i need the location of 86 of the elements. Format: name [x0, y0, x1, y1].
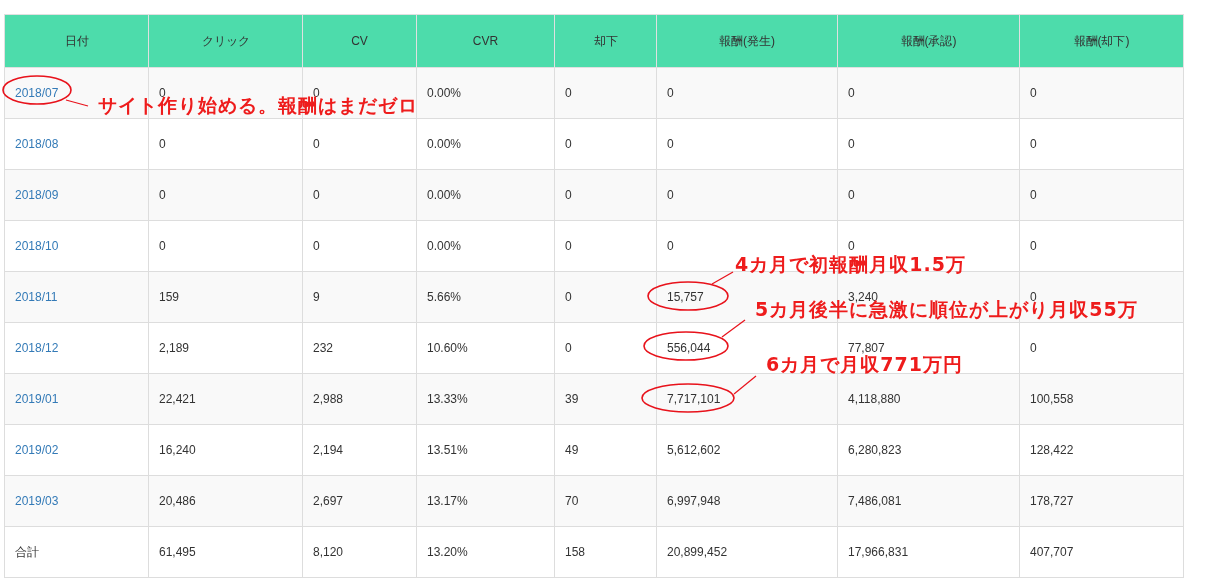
leader-line [733, 375, 757, 395]
table-cell: 232 [302, 322, 417, 374]
table-cell: 159 [148, 271, 303, 323]
table-cell: 22,421 [148, 373, 303, 425]
table-cell: 128,422 [1019, 424, 1184, 476]
table-cell: 5,612,602 [656, 424, 838, 476]
column-header[interactable]: 報酬(承認) [837, 14, 1020, 68]
table-cell: 2,697 [302, 475, 417, 527]
table-cell: 13.17% [416, 475, 555, 527]
date-link[interactable]: 2018/09 [15, 188, 59, 202]
table-cell: 5.66% [416, 271, 555, 323]
table-cell: 6,997,948 [656, 475, 838, 527]
table-cell: 0.00% [416, 118, 555, 170]
table-cell: 9 [302, 271, 417, 323]
leader-line [711, 271, 734, 285]
table-cell: 20,899,452 [656, 526, 838, 578]
table-cell: 0 [554, 271, 657, 323]
table-cell: 178,727 [1019, 475, 1184, 527]
date-link[interactable]: 2018/11 [15, 290, 58, 304]
table-cell: 0 [302, 220, 417, 272]
table-cell: 0 [1019, 67, 1184, 119]
date-link[interactable]: 2018/07 [15, 86, 59, 100]
table-cell: 0 [148, 220, 303, 272]
date-link[interactable]: 2018/10 [15, 239, 59, 253]
table-cell: 13.51% [416, 424, 555, 476]
table-cell: 4,118,880 [837, 373, 1020, 425]
highlight-ellipse [2, 75, 72, 105]
table-cell: 2,194 [302, 424, 417, 476]
table-cell: 0 [302, 169, 417, 221]
date-link[interactable]: 2018/12 [15, 341, 59, 355]
date-link[interactable]: 2019/01 [15, 392, 59, 406]
column-header[interactable]: 報酬(却下) [1019, 14, 1184, 68]
column-header[interactable]: 却下 [554, 14, 657, 68]
table-cell: 0 [554, 220, 657, 272]
date-link[interactable]: 2018/08 [15, 137, 59, 151]
table-cell: 100,558 [1019, 373, 1184, 425]
column-header[interactable]: CVR [416, 14, 555, 68]
table-cell: 0 [656, 118, 838, 170]
table-cell: 20,486 [148, 475, 303, 527]
table-cell: 0.00% [416, 67, 555, 119]
table-cell: 8,120 [302, 526, 417, 578]
table-cell: 6,280,823 [837, 424, 1020, 476]
table-cell: 0 [837, 67, 1020, 119]
column-header[interactable]: 日付 [4, 14, 149, 68]
leader-line [721, 319, 746, 338]
table-cell: 0 [1019, 220, 1184, 272]
table-cell: 0 [1019, 169, 1184, 221]
table-cell: 13.33% [416, 373, 555, 425]
table-cell: 39 [554, 373, 657, 425]
table-cell: 49 [554, 424, 657, 476]
column-header[interactable]: クリック [148, 14, 303, 68]
table-cell: 70 [554, 475, 657, 527]
annotation-text: 4カ月で初報酬月収1.5万 [735, 253, 966, 275]
column-header[interactable]: 報酬(発生) [656, 14, 838, 68]
table-cell: 0 [656, 169, 838, 221]
column-header[interactable]: CV [302, 14, 417, 68]
table-cell: 61,495 [148, 526, 303, 578]
table-cell: 16,240 [148, 424, 303, 476]
table-cell: 0 [656, 67, 838, 119]
table-cell: 0 [554, 67, 657, 119]
table-cell: 0.00% [416, 220, 555, 272]
table-cell: 0 [148, 169, 303, 221]
table-cell: 0 [554, 322, 657, 374]
table-cell: 0 [837, 169, 1020, 221]
table-cell: 0 [554, 118, 657, 170]
table-cell: 17,966,831 [837, 526, 1020, 578]
table-cell: 0 [302, 118, 417, 170]
table-cell: 7,486,081 [837, 475, 1020, 527]
table-cell: 13.20% [416, 526, 555, 578]
table-cell: 0 [1019, 118, 1184, 170]
date-link[interactable]: 2019/03 [15, 494, 59, 508]
table-cell: 2,988 [302, 373, 417, 425]
table-cell: 合計 [4, 526, 149, 578]
date-link[interactable]: 2019/02 [15, 443, 59, 457]
table-cell: 0 [554, 169, 657, 221]
table-cell: 7,717,101 [656, 373, 838, 425]
table-cell: 0 [837, 118, 1020, 170]
table-cell: 407,707 [1019, 526, 1184, 578]
leader-line [65, 99, 89, 107]
table-cell: 10.60% [416, 322, 555, 374]
table-cell: 0.00% [416, 169, 555, 221]
table-cell: 0 [148, 118, 303, 170]
annotation-text: 6カ月で月収771万円 [766, 353, 963, 375]
table-cell: 0 [1019, 322, 1184, 374]
table-cell: 158 [554, 526, 657, 578]
table-cell: 2,189 [148, 322, 303, 374]
